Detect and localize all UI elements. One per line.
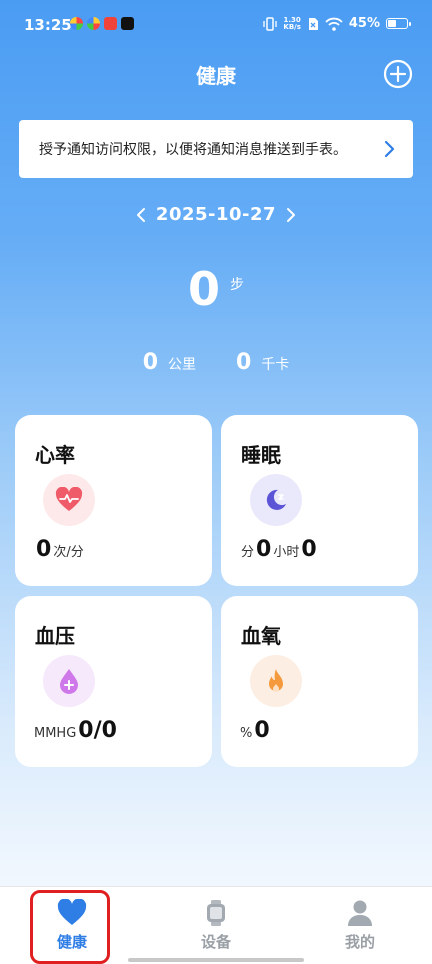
network-speed: 1.30 KB/s [283, 16, 301, 31]
notification-icons [70, 17, 134, 30]
sleep-reading: 分 0 小时 0 [241, 537, 317, 562]
tiktok-icon [121, 17, 134, 30]
heart-rate-unit: 次/分 [53, 545, 84, 560]
tab-device[interactable]: 设备 [166, 887, 266, 964]
sleep-hour-unit: 小时 [273, 545, 300, 560]
flame-icon [250, 655, 302, 707]
wifi-icon [325, 17, 343, 31]
battery-icon [386, 18, 411, 29]
system-indicators: 1.30 KB/s 45% [263, 16, 411, 31]
sim-disabled-icon [308, 17, 318, 30]
sleep-hour-value: 0 [301, 537, 317, 562]
heart-rate-value: 0 [36, 537, 52, 562]
tab-device-label: 设备 [200, 933, 231, 951]
calories-metric: 0 千卡 [236, 350, 289, 375]
calories-unit: 千卡 [261, 357, 290, 373]
tab-mine[interactable]: 我的 [310, 887, 410, 964]
moon-icon [250, 474, 302, 526]
calories-value: 0 [236, 350, 252, 375]
watch-icon [207, 900, 225, 926]
steps-unit: 步 [230, 277, 244, 293]
steps-summary: 0步 [0, 262, 432, 316]
heart-rate-title: 心率 [35, 443, 75, 467]
app-notification-icon [87, 17, 100, 30]
vibrate-icon [263, 16, 278, 31]
notification-permission-text: 授予通知访问权限，以便将通知消息推送到手表。 [39, 142, 347, 158]
blood-pressure-title: 血压 [35, 624, 75, 648]
chevron-right-icon [384, 140, 395, 158]
blood-pressure-unit: MMHG [34, 726, 77, 741]
steps-value: 0 [187, 262, 220, 316]
blood-pressure-value: 0/0 [78, 718, 117, 743]
heart-pulse-icon [43, 474, 95, 526]
heart-rate-reading: 0 次/分 [36, 537, 84, 562]
current-date[interactable]: 2025-10-27 [156, 204, 276, 225]
activity-metrics: 0 公里 0 千卡 [0, 350, 432, 375]
app-notification-icon [70, 17, 83, 30]
sleep-title: 睡眠 [241, 443, 281, 467]
distance-metric: 0 公里 [143, 350, 196, 375]
add-button[interactable] [383, 59, 413, 89]
blood-oxygen-reading: % 0 [240, 718, 270, 743]
blood-pressure-reading: MMHG 0/0 [34, 718, 117, 743]
page-title: 健康 [196, 64, 236, 88]
previous-day-button[interactable] [136, 207, 146, 223]
status-time: 13:25 [24, 16, 72, 34]
blood-oxygen-unit: % [240, 726, 253, 741]
distance-unit: 公里 [168, 357, 196, 373]
blood-oxygen-title: 血氧 [241, 624, 281, 648]
sleep-minute-value: 0 [256, 537, 272, 562]
status-bar: 13:25 1.30 KB/s 45% [0, 0, 432, 52]
person-icon [348, 900, 372, 926]
sleep-minute-unit: 分 [241, 545, 255, 560]
battery-level [388, 20, 396, 27]
battery-percent: 45% [348, 16, 380, 31]
date-selector: 2025-10-27 [0, 204, 432, 225]
network-speed-unit: KB/s [283, 22, 301, 31]
tab-mine-label: 我的 [344, 933, 375, 951]
highlight-annotation [30, 890, 110, 964]
next-day-button[interactable] [286, 207, 296, 223]
app-notification-icon [104, 17, 117, 30]
notification-permission-banner[interactable]: 授予通知访问权限，以便将通知消息推送到手表。 [19, 120, 413, 178]
home-indicator[interactable] [128, 958, 304, 962]
distance-value: 0 [142, 350, 158, 375]
blood-oxygen-value: 0 [254, 718, 270, 743]
blood-drop-icon [43, 655, 95, 707]
